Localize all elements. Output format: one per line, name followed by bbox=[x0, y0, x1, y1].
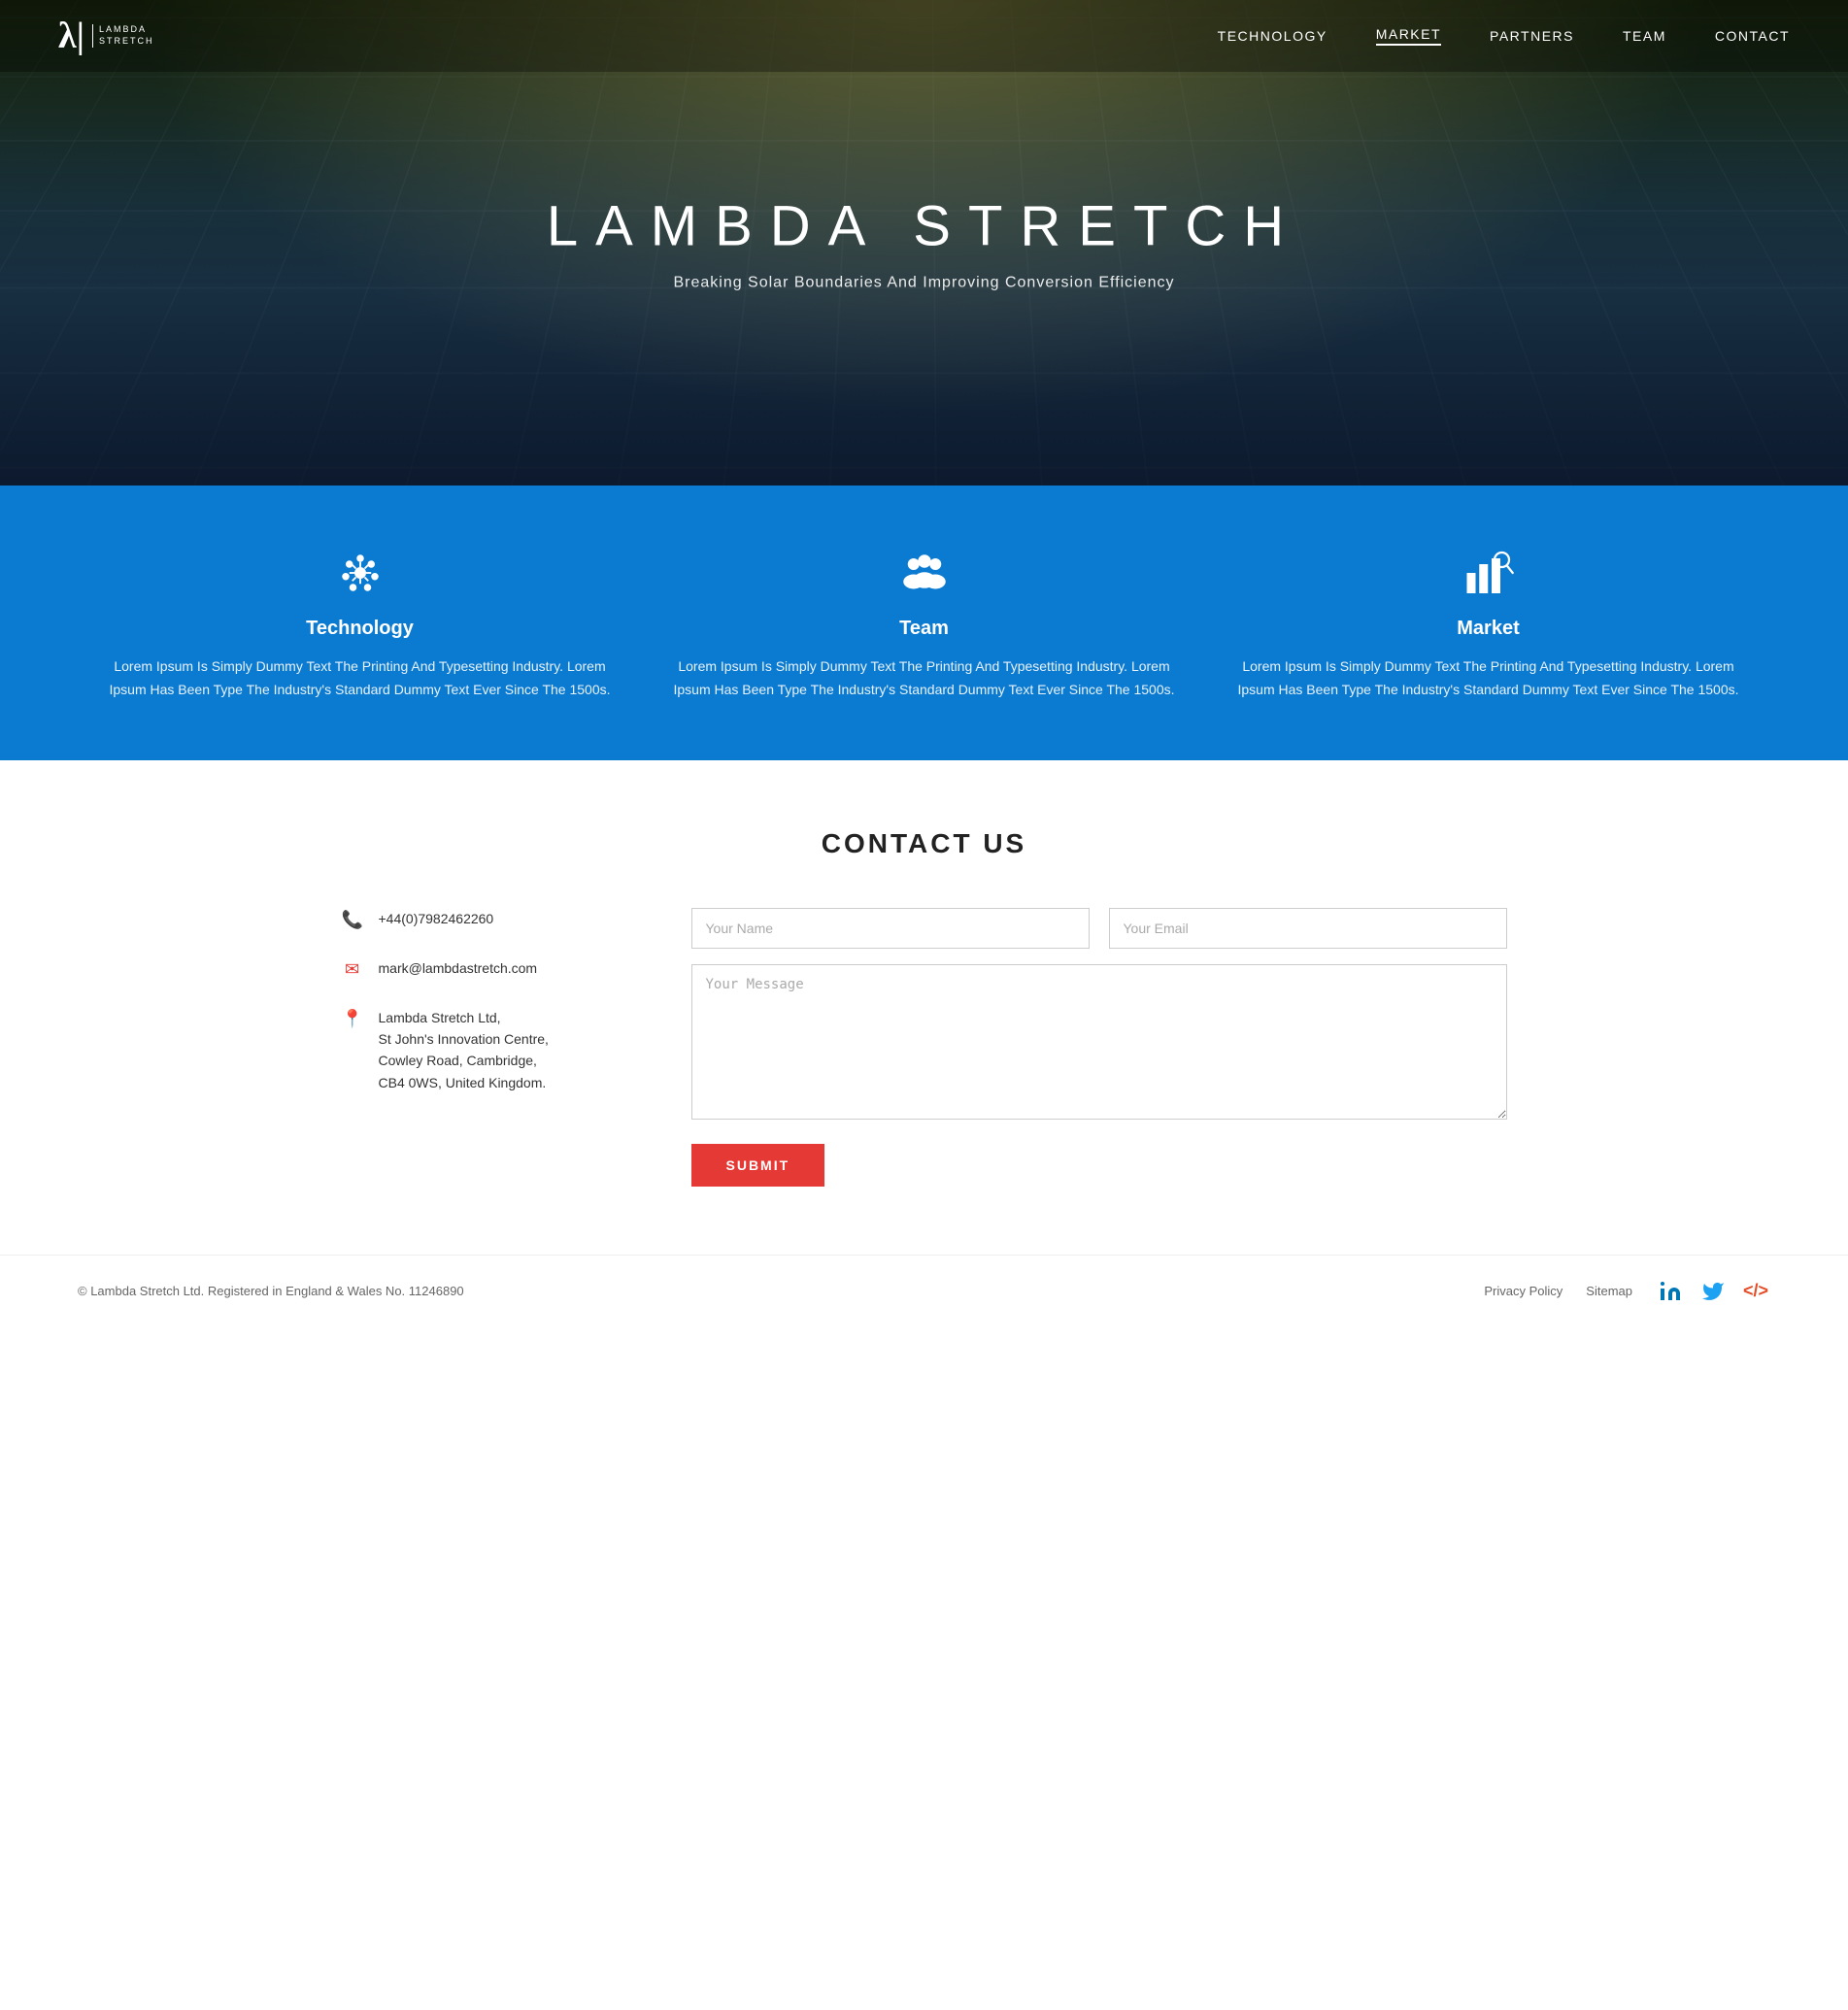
nav-market[interactable]: MARKET bbox=[1376, 26, 1441, 46]
contact-email-item: ✉ mark@lambdastretch.com bbox=[342, 957, 614, 980]
feature-technology-text: Lorem Ipsum Is Simply Dummy Text The Pri… bbox=[107, 655, 613, 702]
feature-market-text: Lorem Ipsum Is Simply Dummy Text The Pri… bbox=[1235, 655, 1741, 702]
features-section: Technology Lorem Ipsum Is Simply Dummy T… bbox=[0, 486, 1848, 760]
phone-icon: 📞 bbox=[342, 910, 363, 930]
nav-partners[interactable]: PARTNERS bbox=[1490, 28, 1574, 44]
nav-team[interactable]: TEAM bbox=[1623, 28, 1666, 44]
hero-title: LAMBDA STRETCH bbox=[547, 194, 1301, 259]
location-icon: 📍 bbox=[342, 1009, 363, 1029]
contact-phone: +44(0)7982462260 bbox=[379, 908, 494, 929]
nav-contact[interactable]: CONTACT bbox=[1715, 28, 1790, 44]
logo-text: LAMBDASTRETCH bbox=[92, 24, 154, 47]
nav-technology[interactable]: TECHNOLOGY bbox=[1218, 28, 1327, 44]
social-icons: </> bbox=[1656, 1277, 1770, 1306]
email-icon: ✉ bbox=[342, 959, 363, 980]
message-textarea[interactable] bbox=[691, 964, 1507, 1120]
feature-market: Market Lorem Ipsum Is Simply Dummy Text … bbox=[1206, 544, 1770, 702]
hero-section: LAMBDA STRETCH Breaking Solar Boundaries… bbox=[0, 0, 1848, 486]
contact-phone-item: 📞 +44(0)7982462260 bbox=[342, 908, 614, 930]
privacy-policy-link[interactable]: Privacy Policy bbox=[1484, 1284, 1562, 1298]
hero-content: LAMBDA STRETCH Breaking Solar Boundaries… bbox=[547, 194, 1301, 292]
contact-address: Lambda Stretch Ltd, St John's Innovation… bbox=[379, 1007, 549, 1094]
logo[interactable]: λ| LAMBDASTRETCH bbox=[58, 17, 154, 54]
email-input[interactable] bbox=[1109, 908, 1507, 949]
technology-icon bbox=[107, 544, 613, 602]
feature-technology-title: Technology bbox=[107, 618, 613, 640]
footer-copyright: © Lambda Stretch Ltd. Registered in Engl… bbox=[78, 1284, 464, 1298]
contact-form: SUBMIT bbox=[691, 908, 1507, 1187]
sitemap-link[interactable]: Sitemap bbox=[1586, 1284, 1632, 1298]
contact-email: mark@lambdastretch.com bbox=[379, 957, 538, 979]
site-header: λ| LAMBDASTRETCH TECHNOLOGY MARKET PARTN… bbox=[0, 0, 1848, 72]
market-icon bbox=[1235, 544, 1741, 602]
site-footer: © Lambda Stretch Ltd. Registered in Engl… bbox=[0, 1255, 1848, 1327]
code-icon[interactable]: </> bbox=[1741, 1277, 1770, 1306]
linkedin-icon[interactable] bbox=[1656, 1277, 1685, 1306]
form-name-email-row bbox=[691, 908, 1507, 949]
feature-technology: Technology Lorem Ipsum Is Simply Dummy T… bbox=[78, 544, 642, 702]
feature-team: Team Lorem Ipsum Is Simply Dummy Text Th… bbox=[642, 544, 1206, 702]
logo-symbol: λ| bbox=[58, 17, 84, 54]
main-nav: TECHNOLOGY MARKET PARTNERS TEAM CONTACT bbox=[1218, 26, 1790, 46]
feature-team-title: Team bbox=[671, 618, 1177, 640]
contact-layout: 📞 +44(0)7982462260 ✉ mark@lambdastretch.… bbox=[342, 908, 1507, 1187]
contact-section: CONTACT US 📞 +44(0)7982462260 ✉ mark@lam… bbox=[0, 760, 1848, 1255]
contact-address-item: 📍 Lambda Stretch Ltd, St John's Innovati… bbox=[342, 1007, 614, 1094]
twitter-icon[interactable] bbox=[1698, 1277, 1728, 1306]
name-input[interactable] bbox=[691, 908, 1090, 949]
footer-links: Privacy Policy Sitemap </> bbox=[1484, 1277, 1770, 1306]
contact-title: CONTACT US bbox=[78, 828, 1770, 859]
team-icon bbox=[671, 544, 1177, 602]
submit-button[interactable]: SUBMIT bbox=[691, 1144, 825, 1187]
feature-team-text: Lorem Ipsum Is Simply Dummy Text The Pri… bbox=[671, 655, 1177, 702]
contact-info: 📞 +44(0)7982462260 ✉ mark@lambdastretch.… bbox=[342, 908, 614, 1187]
hero-subtitle: Breaking Solar Boundaries And Improving … bbox=[547, 275, 1301, 292]
feature-market-title: Market bbox=[1235, 618, 1741, 640]
